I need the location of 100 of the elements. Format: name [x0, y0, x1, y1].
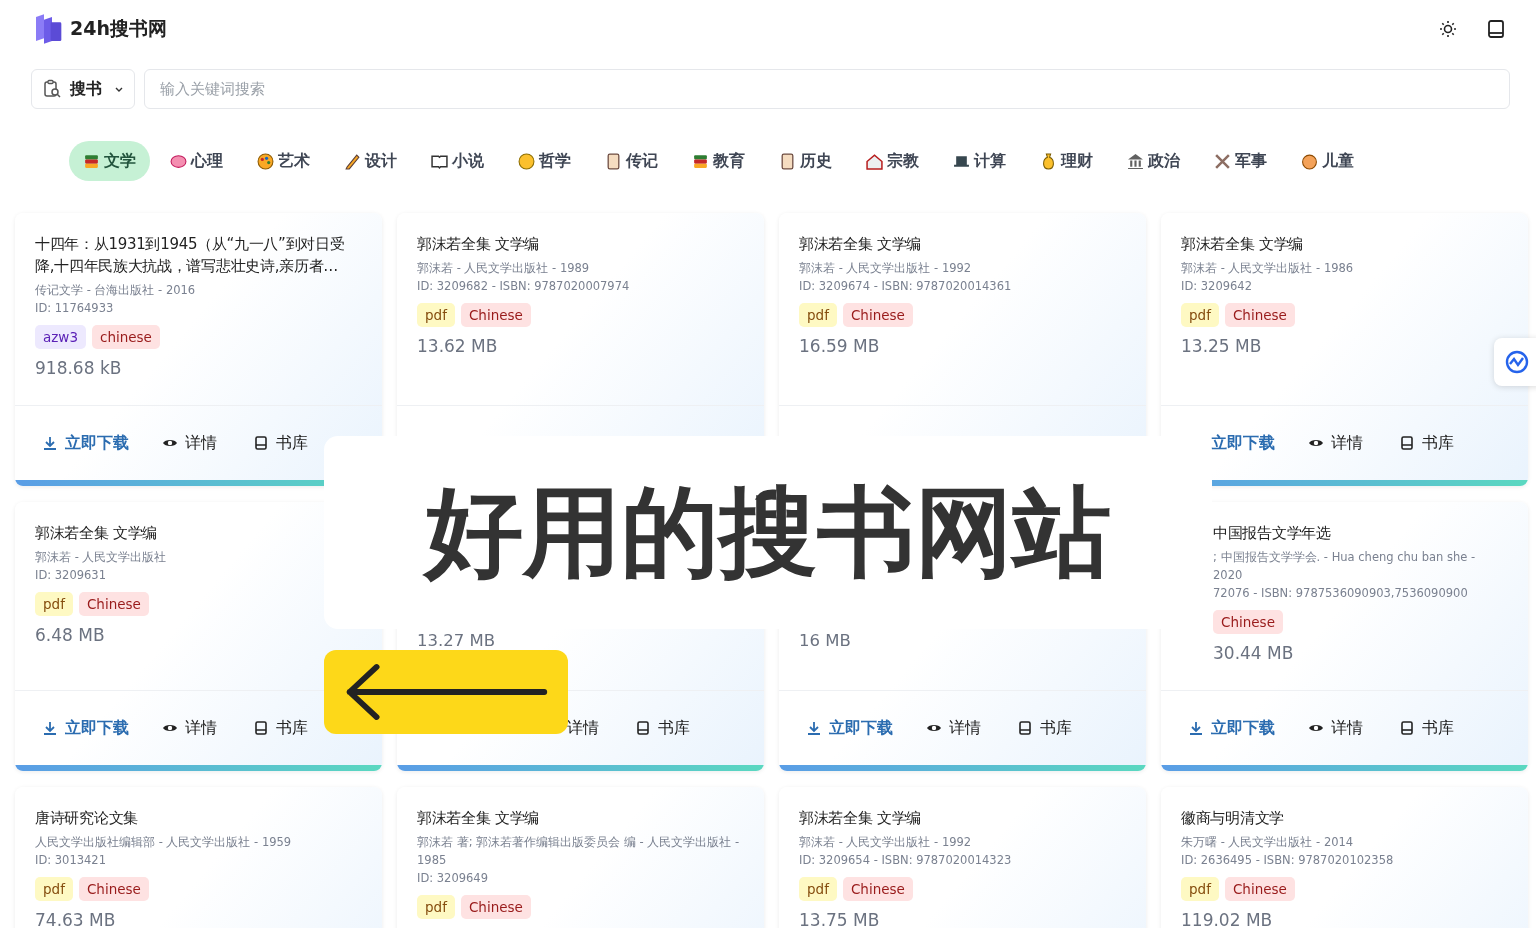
book-icon[interactable] [1486, 19, 1506, 39]
book-title[interactable]: 郭沫若全集 文学编 [799, 807, 922, 829]
download-link[interactable]: 立即下载 [1211, 432, 1275, 454]
download-link[interactable]: 立即下载 [42, 432, 129, 454]
category-tab[interactable]: 教育 [677, 141, 759, 181]
category-tab[interactable]: 文学 [68, 141, 150, 181]
tag: Chinese [1213, 610, 1283, 634]
category-tab[interactable]: 儿童 [1286, 141, 1368, 181]
book-meta: ID: 2636495 - ISBN: 9787020102358 [1181, 852, 1394, 869]
tag: Chinese [842, 303, 913, 327]
bank-icon [1126, 152, 1144, 170]
book-meta: ; 中国报告文学学会. - Hua cheng chu ban she - 2020 [1213, 549, 1477, 584]
book-title[interactable]: 郭沫若全集 文学编 [417, 807, 540, 829]
file-size: 16 MB [799, 632, 851, 649]
tag: pdf [417, 303, 455, 327]
book-title[interactable]: 中国报告文学年选 [1213, 522, 1331, 544]
book-meta: 郭沫若 - 人民文学出版社 - 1992 [799, 834, 972, 851]
book-title[interactable]: 十四年：从1931到1945（从“九一八”到对日受降,十四年民族大抗战，谱写悲壮史诗,亲历者… [35, 233, 362, 277]
tag: Chinese [78, 592, 149, 616]
download-link[interactable]: 立即下载 [42, 717, 129, 739]
details-link[interactable]: 详情 [567, 717, 599, 739]
details-link[interactable]: 详情 [1308, 717, 1363, 739]
book-meta: ID: 3209642 [1181, 278, 1252, 295]
file-size: 13.75 MB [799, 909, 880, 928]
book-title[interactable]: 唐诗研究论文集 [35, 807, 138, 829]
book-title[interactable]: 郭沫若全集 文学编 [417, 233, 540, 255]
book-meta: ID: 11764933 [35, 300, 114, 317]
book-meta: 郭沫若 - 人民文学出版社 - 1986 [1181, 260, 1354, 277]
book-meta: 72076 - ISBN: 9787536090903,7536090900 [1213, 585, 1468, 602]
tag: Chinese [842, 877, 913, 901]
tag: Chinese [460, 895, 531, 919]
file-size: 74.63 MB [35, 909, 116, 928]
book-meta: ID: 3209649 [417, 870, 488, 887]
download-icon [42, 720, 58, 736]
category-tab[interactable]: 小说 [416, 141, 498, 181]
library-icon [635, 720, 651, 736]
library-link[interactable]: 书库 [635, 717, 690, 739]
category-tab[interactable]: 理财 [1025, 141, 1107, 181]
site-title[interactable]: 24h搜书网 [70, 16, 167, 42]
book-meta: 朱万曙 - 人民文学出版社 - 2014 [1181, 834, 1354, 851]
tag: pdf [1181, 877, 1219, 901]
library-link[interactable]: 书库 [1399, 432, 1454, 454]
tag: pdf [1181, 303, 1219, 327]
sun-icon[interactable] [1438, 19, 1458, 39]
book-icon [430, 152, 448, 170]
tag: Chinese [1224, 877, 1295, 901]
book-meta: 郭沫若 - 人民文学出版社 [35, 549, 167, 566]
library-link[interactable]: 书库 [1399, 717, 1454, 739]
file-size: 13.62 MB [417, 335, 498, 357]
book-title[interactable]: 郭沫若全集 文学编 [35, 522, 158, 544]
book-title[interactable]: 郭沫若全集 文学编 [1181, 233, 1304, 255]
library-link[interactable]: 书库 [1017, 717, 1072, 739]
tag: Chinese [460, 303, 531, 327]
tag: chinese [92, 325, 160, 349]
house-icon [865, 152, 883, 170]
details-link[interactable]: 详情 [162, 717, 217, 739]
file-size: 16.59 MB [799, 335, 880, 357]
download-icon [1188, 720, 1204, 736]
file-size: 13.25 MB [1181, 335, 1262, 357]
category-tab[interactable]: 军事 [1199, 141, 1281, 181]
library-icon [253, 720, 269, 736]
category-tab[interactable]: 宗教 [851, 141, 933, 181]
book-meta: ID: 3209631 [35, 567, 106, 584]
tag: Chinese [1224, 303, 1295, 327]
book-meta: ID: 3209674 - ISBN: 9787020014361 [799, 278, 1012, 295]
category-tab[interactable]: 哲学 [503, 141, 585, 181]
details-link[interactable]: 详情 [1308, 432, 1363, 454]
tag: pdf [35, 877, 73, 901]
book-meta: ID: 3209682 - ISBN: 9787020007974 [417, 278, 630, 295]
category-tab[interactable]: 历史 [764, 141, 846, 181]
category-tab[interactable]: 政治 [1112, 141, 1194, 181]
floating-button[interactable] [1494, 338, 1536, 386]
search-field[interactable]: 输入关键词搜索 [144, 69, 1510, 109]
file-size: 13.27 MB [417, 632, 496, 649]
book-title[interactable]: 徽商与明清文学 [1181, 807, 1284, 829]
library-icon [253, 435, 269, 451]
book-meta: 郭沫若 - 人民文学出版社 - 1989 [417, 260, 590, 277]
tag: pdf [417, 895, 455, 919]
clipboard-search-icon [42, 79, 62, 99]
library-icon [1399, 720, 1415, 736]
book-meta: 郭沫若 - 人民文学出版社 - 1992 [799, 260, 972, 277]
category-tab[interactable]: 传记 [590, 141, 672, 181]
book-meta: 传记文学 - 台海出版社 - 2016 [35, 282, 196, 299]
download-link[interactable]: 立即下载 [1188, 717, 1275, 739]
book-title[interactable]: 郭沫若全集 文学编 [799, 233, 922, 255]
download-link[interactable]: 立即下载 [806, 717, 893, 739]
details-link[interactable]: 详情 [162, 432, 217, 454]
details-link[interactable]: 详情 [926, 717, 981, 739]
category-tab[interactable]: 计算 [938, 141, 1020, 181]
file-size: 30.44 MB [1213, 642, 1294, 664]
library-link[interactable]: 书库 [253, 717, 308, 739]
search-mode-dropdown[interactable]: 搜书 [31, 69, 135, 109]
library-link[interactable]: 书库 [253, 432, 308, 454]
palette-icon [256, 152, 274, 170]
category-tab[interactable]: 心理 [155, 141, 237, 181]
library-icon [1017, 720, 1033, 736]
category-tab[interactable]: 艺术 [242, 141, 324, 181]
books-icon [82, 152, 100, 170]
chart-circle-icon [1505, 350, 1529, 374]
category-tab[interactable]: 设计 [329, 141, 411, 181]
